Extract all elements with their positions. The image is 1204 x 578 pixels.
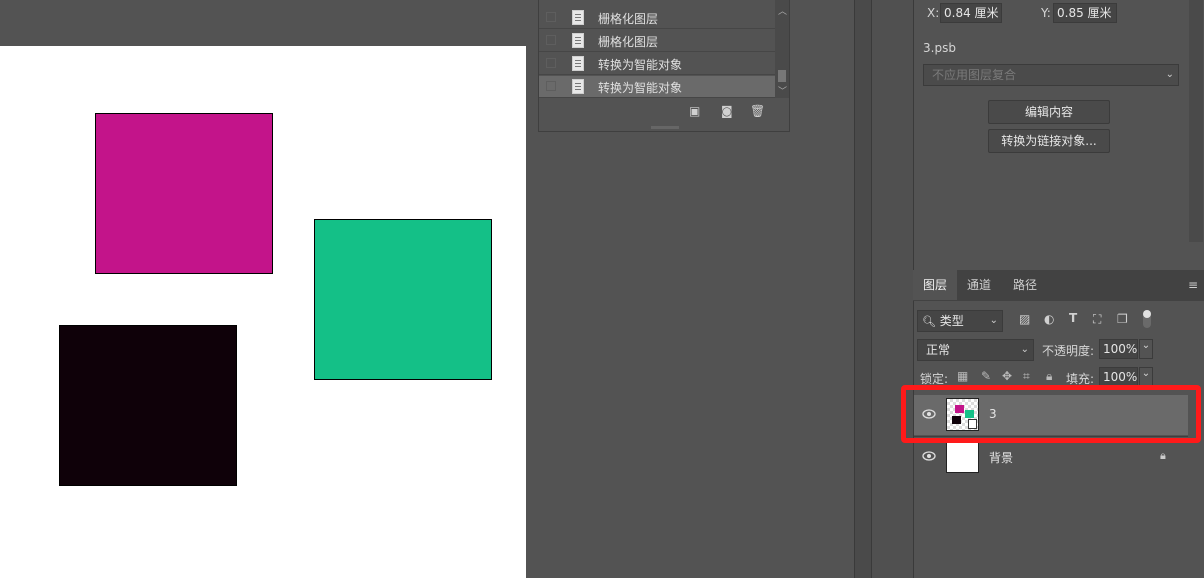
lock-transparent-icon[interactable]: ▦ bbox=[957, 369, 968, 383]
fill-field[interactable]: 100% bbox=[1099, 367, 1138, 387]
document-icon bbox=[572, 33, 584, 48]
filter-shape-icon[interactable]: ⛶ bbox=[1093, 312, 1101, 327]
resize-grip[interactable] bbox=[651, 126, 679, 129]
y-position-field[interactable]: 0.85 厘米 bbox=[1053, 3, 1117, 23]
panel-dock-strip bbox=[871, 0, 913, 578]
properties-scrollbar[interactable] bbox=[1189, 0, 1203, 242]
opacity-dropdown-icon[interactable]: ⌄ bbox=[1139, 339, 1153, 359]
scroll-down-icon[interactable]: ﹀ bbox=[778, 84, 787, 97]
history-panel: 栅格化图层 栅格化图层 转换为智能对象 转换为智能对象 ︿ ﹀ ▣ ◙ 🗑 bbox=[538, 0, 790, 132]
blend-mode-value: 正常 bbox=[926, 343, 951, 357]
green-square[interactable] bbox=[314, 219, 492, 380]
opacity-label: 不透明度: bbox=[1042, 344, 1095, 358]
tab-paths[interactable]: 路径 bbox=[1003, 270, 1047, 300]
eye-icon[interactable] bbox=[922, 451, 936, 461]
x-position-field[interactable]: 0.84 厘米 bbox=[940, 3, 1002, 23]
background-thumbnail bbox=[946, 440, 979, 473]
scroll-thumb[interactable] bbox=[778, 70, 786, 82]
history-item[interactable]: 转换为智能对象 bbox=[539, 53, 775, 75]
filter-smart-object-icon[interactable]: ❐ bbox=[1117, 312, 1128, 326]
new-snapshot-icon[interactable]: ▣ bbox=[689, 104, 700, 118]
filter-type-select[interactable]: 🔍︎ 类型 ⌄ bbox=[917, 310, 1003, 332]
lock-position-icon[interactable]: ✥ bbox=[1002, 369, 1012, 383]
file-name: 3.psb bbox=[923, 41, 956, 55]
edit-contents-button[interactable]: 编辑内容 bbox=[988, 100, 1110, 124]
magenta-square[interactable] bbox=[95, 113, 273, 274]
properties-panel: X: 0.84 厘米 Y: 0.85 厘米 3.psb 不应用图层复合 ⌄ 编辑… bbox=[913, 0, 1204, 270]
filter-image-icon[interactable]: ▨ bbox=[1019, 312, 1030, 326]
history-item-label: 栅格化图层 bbox=[598, 35, 659, 49]
filter-adjustment-icon[interactable]: ◐ bbox=[1044, 312, 1054, 326]
layer-comp-select[interactable]: 不应用图层复合 ⌄ bbox=[923, 64, 1179, 86]
document-icon bbox=[572, 56, 584, 71]
layer-name[interactable]: 背景 bbox=[989, 449, 1013, 466]
camera-icon[interactable]: ◙ bbox=[721, 104, 733, 118]
panel-menu-icon[interactable]: ≡ bbox=[1188, 278, 1198, 292]
document-icon bbox=[572, 10, 584, 25]
document-canvas[interactable] bbox=[0, 46, 526, 578]
history-checkbox[interactable] bbox=[546, 12, 556, 22]
black-square[interactable] bbox=[59, 325, 237, 486]
filter-type-value: 类型 bbox=[939, 314, 964, 328]
history-item-selected[interactable]: 转换为智能对象 bbox=[539, 76, 775, 98]
history-checkbox[interactable] bbox=[546, 58, 556, 68]
history-item-label: 栅格化图层 bbox=[598, 12, 659, 26]
blend-mode-select[interactable]: 正常 ⌄ bbox=[917, 339, 1034, 361]
lock-all-icon[interactable]: 🔒︎ bbox=[1046, 369, 1052, 384]
trash-icon[interactable]: 🗑 bbox=[750, 104, 765, 118]
panel-dock-strip bbox=[854, 0, 871, 578]
search-icon: 🔍︎ bbox=[922, 315, 936, 328]
history-item-label: 转换为智能对象 bbox=[598, 81, 683, 95]
history-checkbox[interactable] bbox=[546, 35, 556, 45]
lock-paint-icon[interactable]: ✎ bbox=[981, 369, 991, 383]
history-item[interactable]: 栅格化图层 bbox=[539, 30, 775, 52]
convert-to-linked-button[interactable]: 转换为链接对象... bbox=[988, 129, 1110, 153]
history-checkbox[interactable] bbox=[546, 81, 556, 91]
lock-icon: 🔒︎ bbox=[1160, 449, 1166, 462]
opacity-field[interactable]: 100% bbox=[1099, 339, 1138, 359]
filter-toggle-icon[interactable] bbox=[1143, 310, 1151, 328]
x-label: X: bbox=[927, 6, 940, 20]
tab-channels[interactable]: 通道 bbox=[957, 270, 1001, 300]
layer-row-background[interactable]: 背景 🔒︎ bbox=[914, 437, 1188, 477]
chevron-down-icon: ⌄ bbox=[1020, 344, 1029, 355]
history-item-label: 转换为智能对象 bbox=[598, 58, 683, 72]
chevron-down-icon: ⌄ bbox=[989, 315, 998, 326]
history-item[interactable]: 栅格化图层 bbox=[539, 7, 775, 29]
layer-comp-select-value: 不应用图层复合 bbox=[932, 68, 1017, 82]
history-scrollbar[interactable]: ︿ ﹀ bbox=[775, 0, 789, 98]
filter-text-icon[interactable]: T bbox=[1069, 311, 1077, 325]
document-icon bbox=[572, 79, 584, 94]
highlight-annotation bbox=[901, 385, 1201, 443]
layers-tab-bar: 图层 通道 路径 ≡ bbox=[913, 270, 1204, 301]
y-label: Y: bbox=[1041, 6, 1051, 20]
tab-layers[interactable]: 图层 bbox=[913, 270, 958, 300]
chevron-down-icon: ⌄ bbox=[1165, 69, 1174, 80]
fill-dropdown-icon[interactable]: ⌄ bbox=[1139, 367, 1153, 387]
scroll-up-icon[interactable]: ︿ bbox=[778, 4, 787, 17]
lock-artboard-icon[interactable]: ⌗ bbox=[1023, 369, 1030, 384]
